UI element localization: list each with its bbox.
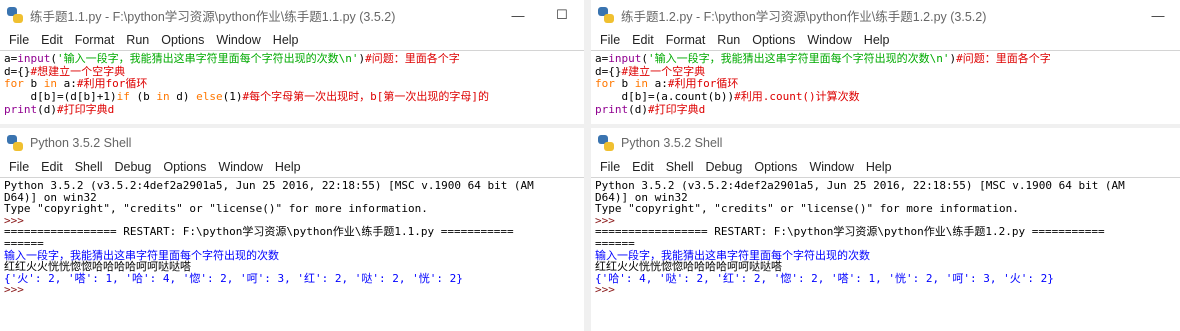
menu-format[interactable]: Format bbox=[69, 33, 121, 47]
user-input-line: 红红火火恍恍惚惚哈哈哈哈呵呵哒哒嗒 bbox=[595, 260, 782, 274]
banner-line: Python 3.5.2 (v3.5.2:4def2a2901a5, Jun 2… bbox=[595, 179, 1125, 192]
restart-line: ====== bbox=[595, 236, 635, 250]
menu-bar: File Edit Format Run Options Window Help bbox=[591, 30, 1180, 49]
menu-help[interactable]: Help bbox=[269, 160, 307, 174]
menu-edit[interactable]: Edit bbox=[35, 160, 69, 174]
shell-output[interactable]: Python 3.5.2 (v3.5.2:4def2a2901a5, Jun 2… bbox=[0, 177, 584, 331]
title-bar[interactable]: 练手题1.1.py - F:\python学习资源\python作业\练手题1.… bbox=[0, 0, 584, 30]
code-line: print(d)#打印字典d bbox=[4, 102, 115, 116]
menu-options[interactable]: Options bbox=[155, 33, 210, 47]
title-bar[interactable]: Python 3.5.2 Shell bbox=[0, 128, 584, 158]
menu-debug[interactable]: Debug bbox=[109, 160, 158, 174]
title-bar[interactable]: Python 3.5.2 Shell bbox=[591, 128, 1180, 158]
code-line: print(d)#打印字典d bbox=[595, 102, 706, 116]
window-title: Python 3.5.2 Shell bbox=[621, 136, 723, 150]
maximize-button[interactable]: ☐ bbox=[540, 0, 584, 30]
minimize-button[interactable]: — bbox=[1136, 0, 1180, 30]
shell-window-right: Python 3.5.2 Shell File Edit Shell Debug… bbox=[591, 128, 1180, 331]
shell-prompt: >>> bbox=[595, 283, 622, 297]
menu-file[interactable]: File bbox=[3, 33, 35, 47]
banner-line: Type "copyright", "credits" or "license(… bbox=[595, 202, 1019, 216]
vertical-divider bbox=[584, 0, 591, 331]
minimize-button[interactable]: — bbox=[496, 0, 540, 30]
menu-shell[interactable]: Shell bbox=[69, 160, 109, 174]
shell-prompt: >>> bbox=[4, 283, 31, 297]
menu-help[interactable]: Help bbox=[858, 33, 896, 47]
shell-output[interactable]: Python 3.5.2 (v3.5.2:4def2a2901a5, Jun 2… bbox=[591, 177, 1180, 331]
menu-options[interactable]: Options bbox=[157, 160, 212, 174]
menu-bar: File Edit Shell Debug Options Window Hel… bbox=[0, 158, 584, 176]
banner-line: Python 3.5.2 (v3.5.2:4def2a2901a5, Jun 2… bbox=[4, 179, 534, 192]
window-title: Python 3.5.2 Shell bbox=[30, 136, 132, 150]
menu-window[interactable]: Window bbox=[801, 33, 857, 47]
menu-window[interactable]: Window bbox=[210, 33, 266, 47]
restart-line: ====== bbox=[4, 236, 44, 250]
menu-window[interactable]: Window bbox=[803, 160, 859, 174]
menu-edit[interactable]: Edit bbox=[626, 33, 660, 47]
idle-app-icon bbox=[7, 7, 23, 23]
menu-file[interactable]: File bbox=[594, 160, 626, 174]
menu-edit[interactable]: Edit bbox=[35, 33, 69, 47]
code-editor[interactable]: a=input('输入一段字，我能猜出这串字符里面每个字符出现的次数\n')#问… bbox=[591, 50, 1180, 124]
menu-window[interactable]: Window bbox=[212, 160, 268, 174]
menu-run[interactable]: Run bbox=[120, 33, 155, 47]
code-editor[interactable]: a=input('输入一段字，我能猜出这串字符里面每个字符出现的次数\n')#问… bbox=[0, 50, 584, 124]
menu-bar: File Edit Format Run Options Window Help bbox=[0, 30, 584, 49]
editor-window-left: 练手题1.1.py - F:\python学习资源\python作业\练手题1.… bbox=[0, 0, 584, 124]
menu-format[interactable]: Format bbox=[660, 33, 712, 47]
menu-help[interactable]: Help bbox=[267, 33, 305, 47]
menu-edit[interactable]: Edit bbox=[626, 160, 660, 174]
editor-window-right: 练手题1.2.py - F:\python学习资源\python作业\练手题1.… bbox=[591, 0, 1180, 124]
python-app-icon bbox=[7, 135, 23, 151]
shell-window-left: Python 3.5.2 Shell File Edit Shell Debug… bbox=[0, 128, 584, 331]
menu-file[interactable]: File bbox=[3, 160, 35, 174]
banner-line: Type "copyright", "credits" or "license(… bbox=[4, 202, 428, 216]
menu-debug[interactable]: Debug bbox=[700, 160, 749, 174]
menu-bar: File Edit Shell Debug Options Window Hel… bbox=[591, 158, 1180, 176]
restart-line: ================= RESTART: F:\python学习资源… bbox=[595, 225, 1105, 239]
python-app-icon bbox=[598, 135, 614, 151]
menu-options[interactable]: Options bbox=[748, 160, 803, 174]
restart-line: ================= RESTART: F:\python学习资源… bbox=[4, 225, 514, 239]
idle-app-icon bbox=[598, 7, 614, 23]
window-title: 练手题1.1.py - F:\python学习资源\python作业\练手题1.… bbox=[30, 9, 396, 24]
menu-file[interactable]: File bbox=[594, 33, 626, 47]
user-input-line: 红红火火恍恍惚惚哈哈哈哈呵呵哒哒嗒 bbox=[4, 260, 191, 274]
window-title: 练手题1.2.py - F:\python学习资源\python作业\练手题1.… bbox=[621, 9, 987, 24]
title-bar[interactable]: 练手题1.2.py - F:\python学习资源\python作业\练手题1.… bbox=[591, 0, 1180, 30]
result-output: {'哈': 4, '哒': 2, '红': 2, '惚': 2, '嗒': 1,… bbox=[595, 271, 1054, 285]
menu-shell[interactable]: Shell bbox=[660, 160, 700, 174]
menu-options[interactable]: Options bbox=[746, 33, 801, 47]
menu-run[interactable]: Run bbox=[711, 33, 746, 47]
result-output: {'火': 2, '嗒': 1, '哈': 4, '惚': 2, '呵': 3,… bbox=[4, 271, 463, 285]
menu-help[interactable]: Help bbox=[860, 160, 898, 174]
